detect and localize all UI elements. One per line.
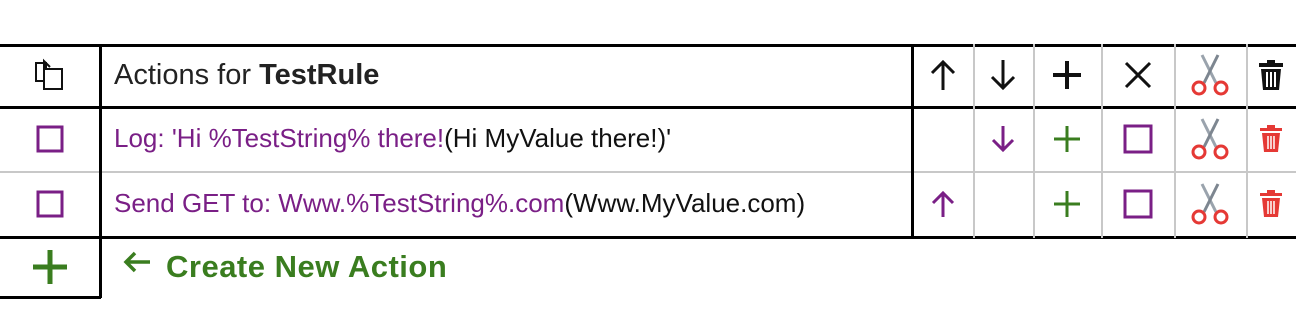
move-up-all-button[interactable] <box>912 44 973 106</box>
checkbox-icon <box>1123 124 1152 153</box>
arrow-up-icon <box>931 190 954 217</box>
action-description[interactable]: Send GET to: Www.%TestString%.com(Www.My… <box>100 171 912 236</box>
select-checkbox[interactable] <box>1101 171 1174 236</box>
trash-icon <box>1260 124 1282 152</box>
copy-button[interactable] <box>0 44 100 106</box>
row-checkbox[interactable] <box>0 106 100 171</box>
rule-name: TestRule <box>259 58 380 91</box>
add-all-button[interactable] <box>1033 44 1101 106</box>
plus-icon <box>1053 61 1081 89</box>
row-checkbox[interactable] <box>0 171 100 236</box>
create-new-action-link[interactable]: Create New Action <box>100 236 912 298</box>
move-down-cell-empty <box>973 171 1033 236</box>
plus-icon <box>1054 190 1080 217</box>
scissors-icon <box>1191 182 1229 224</box>
action-resolved: (Hi MyValue there!)' <box>444 123 672 153</box>
header-title: Actions for TestRule <box>100 44 912 106</box>
move-down-button[interactable] <box>973 106 1033 171</box>
move-up-button[interactable] <box>912 171 973 236</box>
cut-all-button[interactable] <box>1174 44 1246 106</box>
trash-icon <box>1260 189 1282 217</box>
create-label: Create New Action <box>166 249 448 284</box>
scissors-icon <box>1191 117 1229 159</box>
add-action-button[interactable] <box>0 236 100 298</box>
arrow-down-icon <box>991 125 1015 152</box>
checkbox-icon <box>36 125 64 152</box>
create-action-row: Create New Action <box>0 236 1296 298</box>
copy-icon <box>35 58 63 90</box>
delete-all-button[interactable] <box>1246 44 1296 106</box>
table-header: Actions for TestRule <box>0 44 1296 106</box>
table-row: Log: 'Hi %TestString% there!(Hi MyValue … <box>0 106 1296 171</box>
close-icon <box>1124 61 1151 89</box>
action-template: Send GET to: Www.%TestString%.com <box>114 188 565 218</box>
select-checkbox[interactable] <box>1101 106 1174 171</box>
checkbox-icon <box>36 190 64 217</box>
move-down-all-button[interactable] <box>973 44 1033 106</box>
deselect-all-button[interactable] <box>1101 44 1174 106</box>
plus-icon <box>1054 125 1080 152</box>
cut-button[interactable] <box>1174 106 1246 171</box>
arrow-down-icon <box>990 60 1016 91</box>
move-up-cell-empty <box>912 106 973 171</box>
action-resolved: (Www.MyValue.com) <box>564 188 806 218</box>
add-after-button[interactable] <box>1033 106 1101 171</box>
arrow-up-icon <box>930 59 955 90</box>
trash-icon <box>1259 60 1283 90</box>
table-row: Send GET to: Www.%TestString%.com(Www.My… <box>0 171 1296 236</box>
action-description[interactable]: Log: 'Hi %TestString% there!(Hi MyValue … <box>100 106 912 171</box>
arrow-left-icon <box>123 251 150 273</box>
scissors-icon <box>1191 54 1229 96</box>
delete-button[interactable] <box>1246 171 1296 236</box>
add-after-button[interactable] <box>1033 171 1101 236</box>
cut-button[interactable] <box>1174 171 1246 236</box>
delete-button[interactable] <box>1246 106 1296 171</box>
plus-icon <box>33 250 67 284</box>
title-prefix: Actions for <box>114 58 260 91</box>
checkbox-icon <box>1123 189 1152 218</box>
action-template: Log: 'Hi %TestString% there! <box>114 123 445 153</box>
